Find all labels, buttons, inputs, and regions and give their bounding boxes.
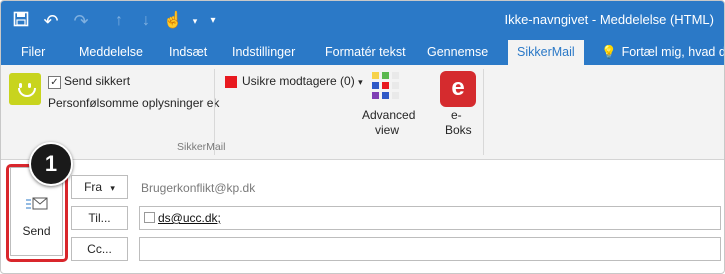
tab-message[interactable]: Meddelelse (79, 40, 143, 65)
tab-insert[interactable]: Indsæt (169, 40, 207, 65)
send-secure-checkbox[interactable]: ✓ (48, 76, 61, 89)
unsafe-recipients-indicator (225, 76, 237, 88)
eboks-label-2[interactable]: Boks (445, 123, 472, 137)
undo-icon[interactable]: ↶ (41, 11, 61, 31)
window-title: Ikke-navngivet - Meddelelse (HTML) (504, 12, 714, 27)
lightbulb-icon: 💡 (601, 45, 617, 59)
to-recipient[interactable]: ds@ucc.dk; (158, 211, 221, 225)
title-bar: ↶ ↷ ↑ ↓ ☝ ▾ ▾ Ikke-navngivet - Meddelels… (1, 1, 724, 40)
chevron-down-icon[interactable]: ▾ (185, 11, 205, 31)
cc-button[interactable]: Cc... (71, 237, 128, 261)
from-button-label: Fra (84, 180, 103, 194)
eboks-logo-icon[interactable]: e (440, 71, 476, 107)
advanced-view-label-2[interactable]: view (375, 123, 399, 137)
cc-field[interactable] (139, 237, 721, 261)
tell-me-label: Fortæl mig, hvad d (621, 45, 725, 59)
to-field[interactable]: ds@ucc.dk; (139, 206, 721, 230)
ribbon-tabs: Filer Meddelelse Indsæt Indstillinger Fo… (1, 40, 724, 65)
tab-file[interactable]: Filer (21, 40, 45, 65)
to-button[interactable]: Til... (71, 206, 128, 230)
eboks-label[interactable]: e- (451, 108, 462, 122)
from-button[interactable]: Fra ▾ (71, 175, 128, 199)
tell-me-search[interactable]: 💡 Fortæl mig, hvad d (601, 40, 725, 65)
recipient-status-icon (144, 212, 155, 223)
tab-sikkermail[interactable]: SikkerMail (508, 40, 584, 65)
arrow-up-icon[interactable]: ↑ (109, 11, 129, 31)
ribbon-group-label: SikkerMail (177, 141, 226, 153)
tab-review[interactable]: Gennemse (427, 40, 488, 65)
save-icon[interactable] (11, 11, 31, 31)
send-secure-label: Send sikkert (64, 74, 131, 88)
unsafe-recipients-dropdown[interactable]: Usikre modtagere (0) ▾ (242, 74, 363, 88)
sikkermail-logo-icon (9, 73, 41, 105)
advanced-view-label[interactable]: Advanced (362, 108, 415, 122)
chevron-down-icon: ▾ (110, 183, 115, 193)
advanced-view-icon[interactable] (370, 70, 402, 102)
outlook-compose-window: ↶ ↷ ↑ ↓ ☝ ▾ ▾ Ikke-navngivet - Meddelels… (0, 0, 725, 274)
from-field[interactable]: Brugerkonflikt@kp.dk (141, 181, 255, 195)
personal-info-option[interactable]: Personfølsomme oplysninger ek (48, 96, 219, 110)
tab-options[interactable]: Indstillinger (232, 40, 295, 65)
chevron-down-icon: ▾ (358, 77, 363, 87)
divider (483, 69, 484, 155)
tab-format-text[interactable]: Formatér tekst (325, 40, 406, 65)
ribbon-sikkermail: ✓ Send sikkert Personfølsomme oplysninge… (1, 65, 724, 160)
touch-mode-icon[interactable]: ☝ (163, 11, 183, 31)
customize-qat-icon[interactable]: ▾ (203, 11, 223, 31)
redo-icon[interactable]: ↷ (71, 11, 91, 31)
arrow-down-icon[interactable]: ↓ (136, 11, 156, 31)
unsafe-recipients-label: Usikre modtagere (0) (242, 74, 355, 88)
step-number-badge: 1 (29, 142, 73, 186)
